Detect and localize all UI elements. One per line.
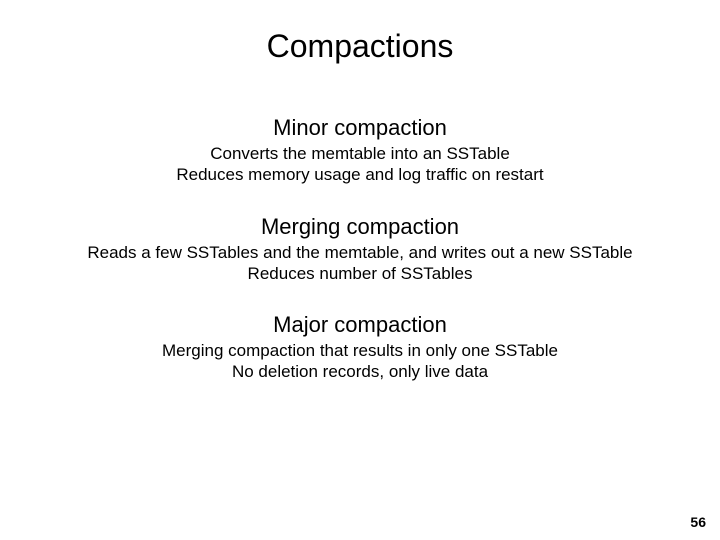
body-line: Converts the memtable into an SSTable (0, 143, 720, 164)
body-line: No deletion records, only live data (0, 361, 720, 382)
section-merging: Merging compaction Reads a few SSTables … (0, 214, 720, 285)
section-major: Major compaction Merging compaction that… (0, 312, 720, 383)
section-minor: Minor compaction Converts the memtable i… (0, 115, 720, 186)
slide-title: Compactions (0, 0, 720, 115)
page-number: 56 (690, 514, 706, 530)
body-line: Merging compaction that results in only … (0, 340, 720, 361)
slide: Compactions Minor compaction Converts th… (0, 0, 720, 540)
section-heading: Minor compaction (0, 115, 720, 141)
section-heading: Merging compaction (0, 214, 720, 240)
section-heading: Major compaction (0, 312, 720, 338)
body-line: Reduces memory usage and log traffic on … (0, 164, 720, 185)
body-line: Reads a few SSTables and the memtable, a… (0, 242, 720, 263)
body-line: Reduces number of SSTables (0, 263, 720, 284)
